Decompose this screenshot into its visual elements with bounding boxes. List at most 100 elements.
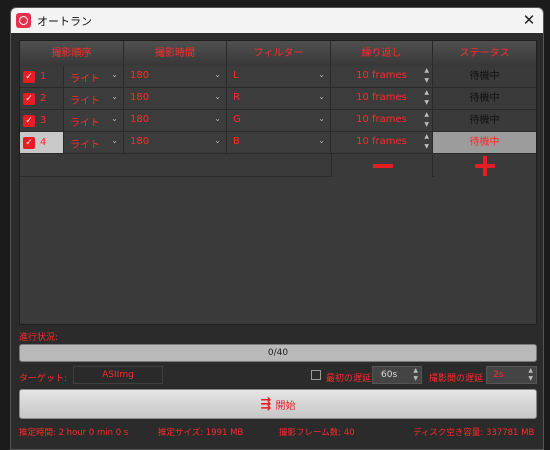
first-delay-checkbox[interactable] [311,370,321,380]
filter-value: R [233,92,240,103]
row-index: 1 [40,71,47,82]
repeat-spinbox[interactable]: 10 frames ▲ ▼ [331,110,433,131]
mode-dropdown[interactable]: ライト ⌄ [64,66,124,87]
exposure-dropdown[interactable]: 180 ⌄ [124,66,227,87]
row-index: 3 [40,115,47,126]
disk-free: ディスク空き容量: 337781 MB [413,428,535,438]
exposure-value: 180 [130,136,150,147]
exposure-dropdown[interactable]: 180 ⌄ [124,110,227,131]
autorun-window: オートラン ✕ 撮影順序 撮影時間 フィルター 繰り返し ステータス ✓ 1 ラ… [10,7,544,450]
status-cell: 待機中 [433,88,536,109]
chevron-down-icon: ⌄ [318,70,325,79]
repeat-value: 10 frames [356,92,407,103]
add-row-button[interactable] [434,154,536,177]
repeat-value: 10 frames [356,114,407,125]
filter-value: G [233,114,241,125]
spin-up-icon[interactable]: ▲ [424,67,429,74]
chevron-down-icon: ⌄ [214,114,221,123]
target-input[interactable]: ASIImg [73,366,163,384]
spin-down-icon[interactable]: ▼ [413,375,418,382]
repeat-spinbox[interactable]: 10 frames ▲ ▼ [331,66,433,87]
row-index: 4 [40,137,47,148]
chevron-down-icon: ⌄ [318,92,325,101]
chevron-down-icon: ⌄ [318,114,325,123]
spin-down-icon[interactable]: ▼ [424,143,429,150]
row-checkbox[interactable]: ✓ [23,136,35,149]
row-select-cell[interactable]: ✓ 2 [20,88,64,109]
spin-up-icon[interactable]: ▲ [528,367,533,374]
mode-dropdown[interactable]: ライト ⌄ [64,132,124,153]
repeat-spinbox[interactable]: 10 frames ▲ ▼ [331,88,433,109]
spin-down-icon[interactable]: ▼ [424,121,429,128]
filter-dropdown[interactable]: R ⌄ [227,88,331,109]
exposure-dropdown[interactable]: 180 ⌄ [124,88,227,109]
chevron-down-icon: ⌄ [111,70,118,79]
spin-down-icon[interactable]: ▼ [528,375,533,382]
spin-down-icon[interactable]: ▼ [424,77,429,84]
spin-up-icon[interactable]: ▲ [424,133,429,140]
row-checkbox[interactable]: ✓ [23,70,35,83]
table-row[interactable]: ✓ 3 ライト ⌄ 180 ⌄ G ⌄ 10 frames ▲ ▼ 待機中 [20,110,536,132]
interval-spinbox[interactable]: 2s ▲ ▼ [486,366,537,384]
header-filter[interactable]: フィルター [227,41,331,66]
spin-up-icon[interactable]: ▲ [424,89,429,96]
mode-value: ライト [70,96,100,107]
row-select-cell[interactable]: ✓ 4 [20,132,64,153]
filter-dropdown[interactable]: B ⌄ [227,132,331,153]
header-status[interactable]: ステータス [433,41,536,66]
status-cell: 待機中 [433,110,536,131]
chevron-down-icon: ⌄ [214,136,221,145]
mode-value: ライト [70,140,100,151]
row-checkbox[interactable]: ✓ [23,114,35,127]
filter-value: B [233,136,240,147]
mode-dropdown[interactable]: ライト ⌄ [64,110,124,131]
chevron-down-icon: ⌄ [111,114,118,123]
remove-row-button[interactable] [331,154,433,177]
table-row[interactable]: ✓ 2 ライト ⌄ 180 ⌄ R ⌄ 10 frames ▲ ▼ 待機中 [20,88,536,110]
table-row[interactable]: ✓ 4 ライト ⌄ 180 ⌄ B ⌄ 10 frames ▲ ▼ 待機中 [20,132,536,154]
close-icon[interactable]: ✕ [518,10,540,30]
chevron-down-icon: ⌄ [318,136,325,145]
row-select-cell[interactable]: ✓ 3 [20,110,64,131]
exposure-value: 180 [130,114,150,125]
first-delay-spinbox[interactable]: 60s ▲ ▼ [372,366,422,384]
status-cell: 待機中 [433,66,536,87]
exposure-value: 180 [130,92,150,103]
interval-label: 撮影間の遅延 [429,374,484,384]
window-title: オートラン [37,15,92,28]
first-delay-value: 60s [381,370,398,380]
chevron-down-icon: ⌄ [214,92,221,101]
row-checkbox[interactable]: ✓ [23,92,35,105]
progress-label: 進行状況: [19,333,59,343]
exposure-value: 180 [130,70,150,81]
mode-value: ライト [70,118,100,129]
chevron-down-icon: ⌄ [111,92,118,101]
progress-bar: 0/40 [19,344,537,362]
row-controls [20,154,536,177]
header-exposure[interactable]: 撮影時間 [124,41,227,66]
row-index: 2 [40,93,47,104]
filter-value: L [233,70,239,81]
filter-dropdown[interactable]: L ⌄ [227,66,331,87]
repeat-spinbox[interactable]: 10 frames ▲ ▼ [331,132,433,153]
start-button[interactable]: ⇶ 開始 [19,389,537,419]
title-bar: オートラン ✕ [11,8,543,33]
status-cell: 待機中 [433,132,536,153]
spin-up-icon[interactable]: ▲ [413,367,418,374]
exposure-dropdown[interactable]: 180 ⌄ [124,132,227,153]
row-select-cell[interactable]: ✓ 1 [20,66,64,87]
estimated-time: 推定時間: 2 hour 0 min 0 s [19,428,129,438]
filter-dropdown[interactable]: G ⌄ [227,110,331,131]
mode-dropdown[interactable]: ライト ⌄ [64,88,124,109]
spin-up-icon[interactable]: ▲ [424,111,429,118]
spin-down-icon[interactable]: ▼ [424,99,429,106]
progress-text: 0/40 [267,348,289,358]
status-footer: 推定時間: 2 hour 0 min 0 s 推定サイズ: 1991 MB 撮影… [19,426,537,440]
header-repeat[interactable]: 繰り返し [331,41,433,66]
header-order[interactable]: 撮影順序 [20,41,124,66]
sequence-table: 撮影順序 撮影時間 フィルター 繰り返し ステータス ✓ 1 ライト ⌄ 180… [19,40,537,325]
table-row[interactable]: ✓ 1 ライト ⌄ 180 ⌄ L ⌄ 10 frames ▲ ▼ 待機中 [20,66,536,88]
first-delay-label: 最初の遅延: [326,374,375,384]
mode-value: ライト [70,74,100,85]
table-header: 撮影順序 撮影時間 フィルター 繰り返し ステータス [20,41,536,66]
